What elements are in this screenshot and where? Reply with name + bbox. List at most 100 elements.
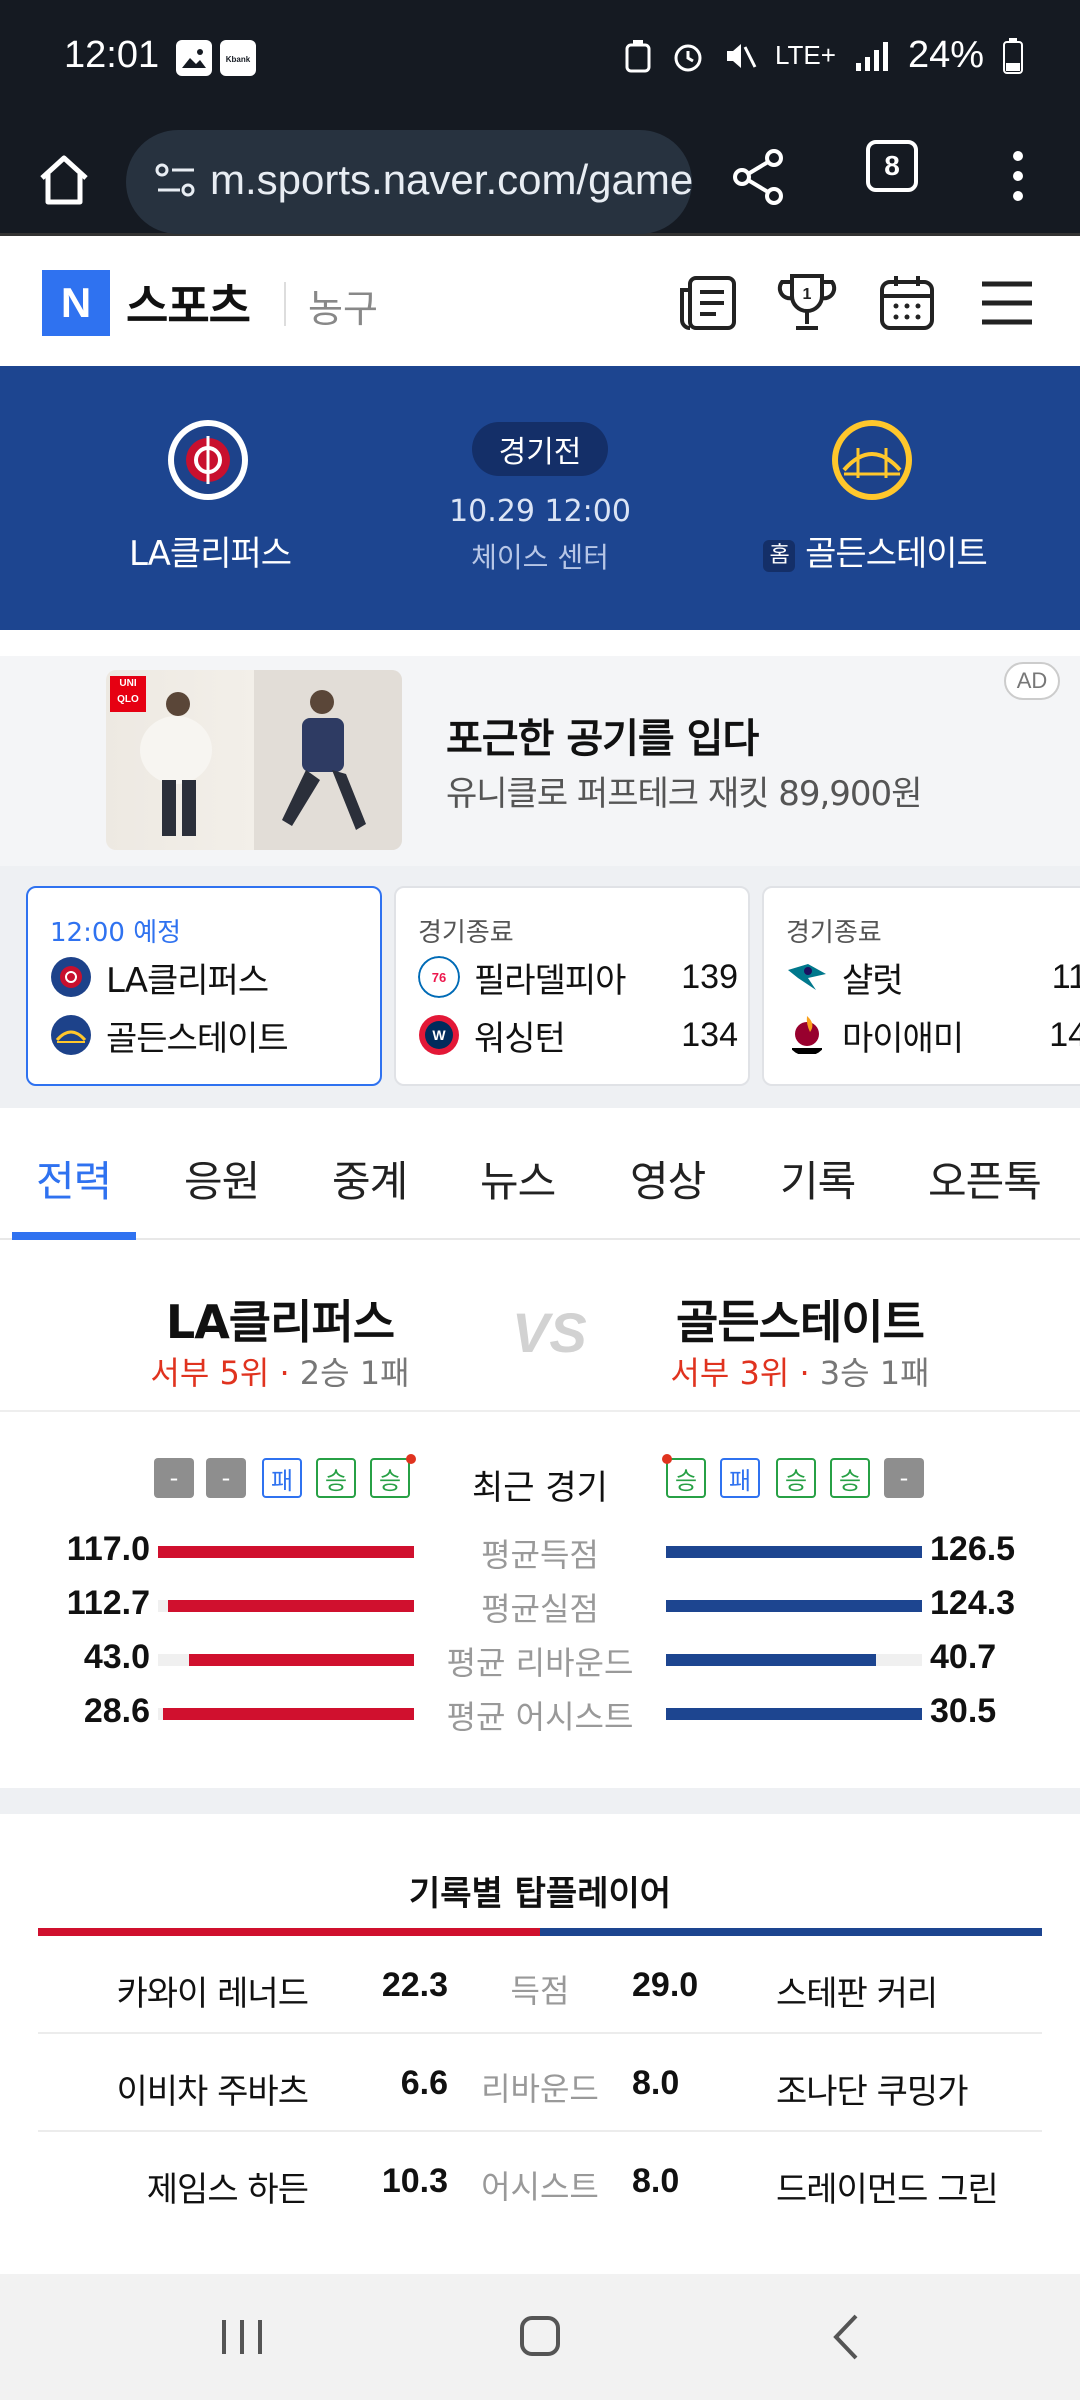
game-card[interactable]: 경기종료 샬럿 117 마이애미 144: [762, 886, 1080, 1086]
section-gap: [0, 1788, 1080, 1814]
ad-image[interactable]: UNI QLO: [106, 670, 402, 850]
left-player-name[interactable]: 이비차 주바츠: [38, 2064, 310, 2113]
right-team-standing: 서부 3위: [670, 1354, 790, 1392]
left-player-value: 22.3: [381, 1966, 448, 2004]
svg-text:Kbank: Kbank: [226, 55, 251, 64]
right-player-name[interactable]: 스테판 커리: [776, 1966, 1046, 2015]
game-card-team: 워싱턴: [474, 1018, 566, 1059]
calendar-icon[interactable]: [874, 270, 940, 336]
game-card-status: 경기종료: [786, 918, 882, 948]
share-icon[interactable]: [730, 148, 788, 206]
home-badge: 홈: [763, 539, 796, 572]
recent-result-chip: 패: [720, 1458, 760, 1498]
wizards-logo-icon: W: [419, 1015, 459, 1055]
ad-badge[interactable]: AD: [1004, 662, 1060, 700]
match-banner: LA클리퍼스 경기전 10.29 12:00 체이스 센터 홈 골든스테이트: [0, 366, 1080, 630]
address-bar[interactable]: m.sports.naver.com/game: [126, 130, 692, 234]
top-player-row[interactable]: 제임스 하든 10.3 어시스트 8.0 드레이먼드 그린: [38, 2132, 1042, 2230]
game-card[interactable]: 경기종료 76 필라델피아 139 W 워싱턴 134: [394, 886, 750, 1086]
stat-row: 117.0 평균득점 126.5: [0, 1530, 1080, 1574]
top-players: 기록별 탑플레이어 카와이 레너드 22.3 득점 29.0 스테판 커리 이비…: [0, 1814, 1080, 2274]
right-stat-value: 126.5: [930, 1530, 1016, 1568]
game-card-score: 117: [1051, 957, 1080, 996]
tab-records[interactable]: 기록: [780, 1148, 856, 1209]
ad-banner[interactable]: UNI QLO 포근한 공기를 입다 유니클로 퍼프테크 재킷 89,900원: [0, 656, 1080, 866]
tab-news[interactable]: 뉴스: [480, 1148, 556, 1209]
tab-broadcast[interactable]: 중계: [332, 1148, 408, 1209]
match-status-chip: 경기전: [472, 422, 608, 476]
stat-category: 리바운드: [481, 2070, 599, 2108]
header-divider: [284, 282, 286, 326]
tab-opentalk[interactable]: 오픈톡: [928, 1148, 1042, 1209]
clippers-logo-icon[interactable]: [166, 418, 250, 502]
hornets-logo-icon: [788, 964, 826, 990]
latest-game-dot: [662, 1454, 672, 1464]
team-comparison: LA클리퍼스 서부 5위 · 2승 1패 VS 골든스테이트 서부 3위 · 3…: [0, 1240, 1080, 1412]
battery-percent: 24%: [907, 34, 984, 76]
right-player-value: 8.0: [632, 2064, 680, 2102]
top-player-row[interactable]: 이비차 주바츠 6.6 리바운드 8.0 조나단 쿠밍가: [38, 2034, 1042, 2132]
back-icon[interactable]: [796, 2300, 896, 2374]
right-player-name[interactable]: 조나단 쿠밍가: [776, 2064, 1046, 2113]
category-label[interactable]: 농구: [308, 278, 378, 333]
right-stat-bar-track: [666, 1708, 922, 1720]
sixers-logo-icon: 76: [418, 956, 460, 998]
recent-result-chip: 승: [830, 1458, 870, 1498]
top-players-title: 기록별 탑플레이어: [408, 1874, 672, 1914]
home-icon[interactable]: [36, 154, 92, 206]
mute-icon: [727, 43, 757, 68]
right-stat-value: 124.3: [930, 1584, 1016, 1622]
home-button-icon[interactable]: [490, 2300, 590, 2374]
warriors-color-bar: [540, 1928, 1042, 1936]
status-right: LTE+ 24%: [623, 34, 1024, 77]
site-settings-icon[interactable]: [154, 160, 198, 200]
right-team-name[interactable]: 골든스테이트: [600, 1286, 1000, 1352]
game-cards-carousel[interactable]: 12:00 예정 LA클리퍼스 골든스테이트 경기종료 76 필라델피아 139…: [0, 866, 1080, 1108]
browser-toolbar: m.sports.naver.com/game 8: [0, 120, 1080, 236]
warriors-logo-icon[interactable]: [830, 418, 914, 502]
menu-dots-icon[interactable]: [1004, 146, 1032, 206]
game-card-score: 134: [681, 1015, 738, 1054]
news-icon[interactable]: [676, 270, 742, 336]
right-team-record: 3승 1패: [819, 1354, 930, 1392]
signal-icon: [855, 41, 888, 71]
game-card-team: LA클리퍼스: [106, 960, 269, 1001]
naver-logo[interactable]: N: [42, 270, 110, 336]
left-team-rank: 서부 5위 · 2승 1패: [150, 1354, 410, 1392]
right-stat-bar: [666, 1546, 922, 1558]
ad-subtitle[interactable]: 유니클로 퍼프테크 재킷 89,900원: [446, 766, 922, 815]
right-player-name[interactable]: 드레이먼드 그린: [776, 2162, 1046, 2211]
right-stat-value: 40.7: [930, 1638, 997, 1676]
hamburger-menu-icon[interactable]: [974, 270, 1040, 336]
section-tabs: 전력 응원 중계 뉴스 영상 기록 오픈톡: [0, 1108, 1080, 1240]
stat-category: 어시스트: [481, 2168, 599, 2206]
home-team-name[interactable]: 홈 골든스테이트: [750, 526, 1000, 575]
tab-lineup[interactable]: 전력: [36, 1148, 112, 1209]
vs-label: VS: [512, 1301, 587, 1364]
sports-title[interactable]: 스포츠: [126, 270, 251, 336]
url-text: m.sports.naver.com/game: [210, 156, 692, 203]
svg-text:W: W: [432, 1027, 446, 1043]
stat-row: 43.0 평균 리바운드 40.7: [0, 1638, 1080, 1682]
left-player-name[interactable]: 제임스 하든: [38, 2162, 309, 2211]
recent-apps-icon[interactable]: [192, 2300, 292, 2374]
trophy-icon[interactable]: 1: [774, 270, 840, 336]
right-stat-bar: [666, 1600, 922, 1612]
left-team-standing: 서부 5위: [150, 1354, 270, 1392]
game-card[interactable]: 12:00 예정 LA클리퍼스 골든스테이트: [26, 886, 382, 1086]
team-stats: --패승승 최근 경기 승패승승- 117.0 평균득점 126.5 112.7 평균실…: [0, 1414, 1080, 1788]
left-team-name[interactable]: LA클리퍼스: [80, 1286, 480, 1352]
battery-saver-icon: [625, 39, 651, 72]
gallery-icon: [176, 40, 212, 76]
tab-video[interactable]: 영상: [630, 1148, 706, 1209]
clippers-logo-icon: [51, 957, 91, 997]
ad-title[interactable]: 포근한 공기를 입다: [446, 706, 759, 764]
stat-row: 28.6 평균 어시스트 30.5: [0, 1692, 1080, 1736]
status-bar: 12:01 Kbank LTE+ 24%: [0, 0, 1080, 120]
left-player-name[interactable]: 카와이 레너드: [38, 1966, 310, 2015]
tab-cheer[interactable]: 응원: [184, 1148, 260, 1209]
top-player-row[interactable]: 카와이 레너드 22.3 득점 29.0 스테판 커리: [38, 1936, 1042, 2034]
battery-icon: [1003, 37, 1023, 74]
right-stat-bar-track: [666, 1600, 922, 1612]
tab-switcher-button[interactable]: 8: [866, 140, 918, 192]
